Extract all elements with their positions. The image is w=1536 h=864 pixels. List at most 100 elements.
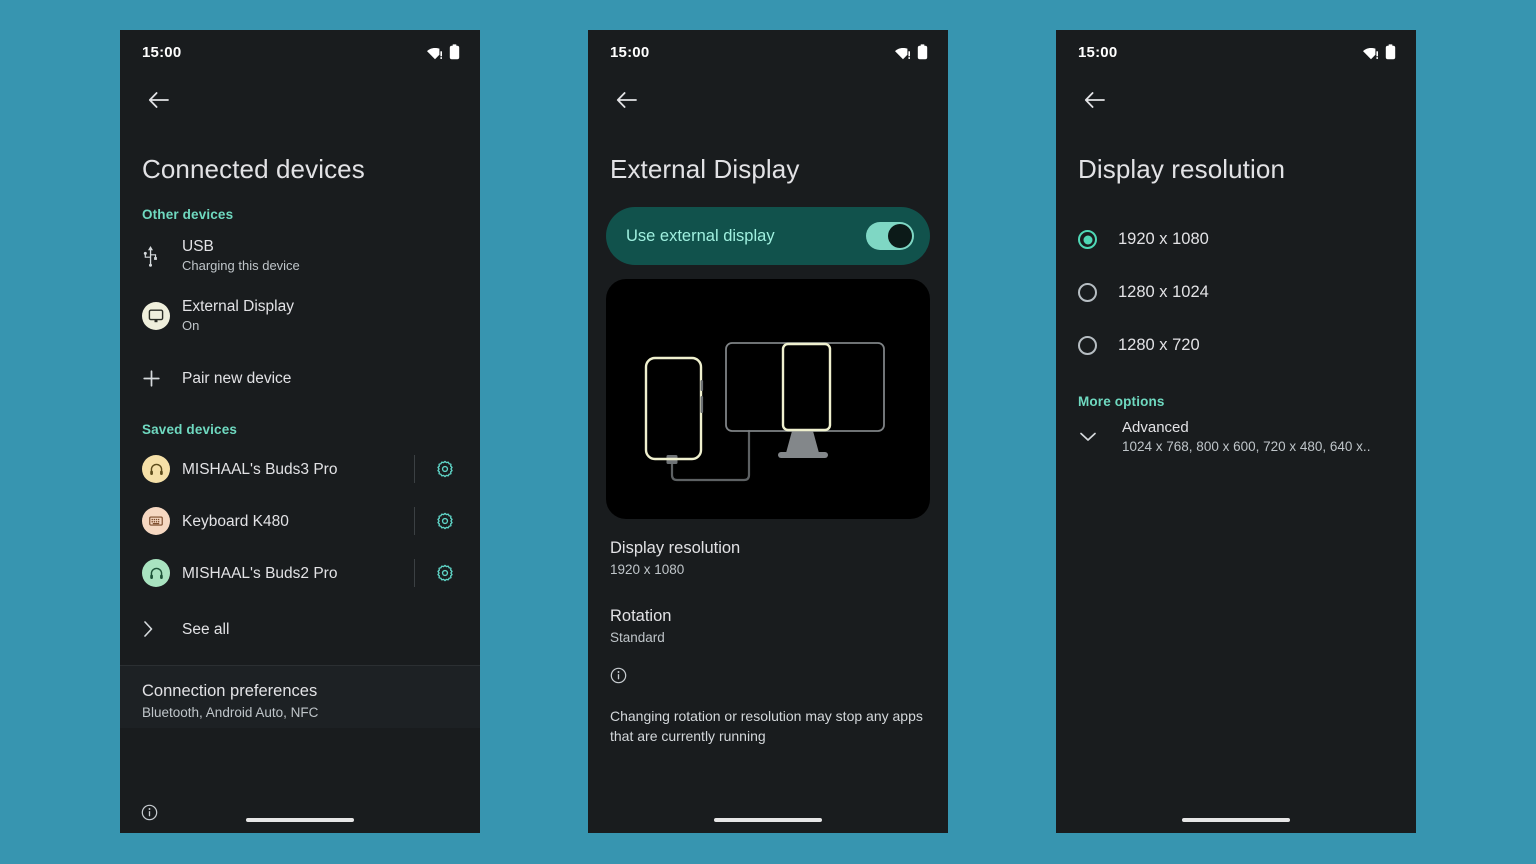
radio-label: 1920 x 1080 xyxy=(1118,230,1209,249)
battery-icon xyxy=(1385,44,1396,60)
radio-button[interactable] xyxy=(1078,283,1097,303)
phone-to-monitor-mirroring-illustration xyxy=(606,279,930,520)
chevron-right-icon xyxy=(144,621,153,637)
radio-lead xyxy=(1078,336,1118,356)
row-text: MISHAAL's Buds3 Pro xyxy=(182,460,406,479)
back-button[interactable] xyxy=(140,82,176,118)
list-item-display-resolution[interactable]: Display resolution 1920 x 1080 xyxy=(588,519,948,577)
gear-icon xyxy=(428,504,462,538)
back-button[interactable] xyxy=(1076,82,1112,118)
list-item-title: External Display xyxy=(182,298,294,316)
status-bar: 15:00 xyxy=(120,30,480,74)
advanced-subtitle: 1024 x 768, 800 x 600, 720 x 480, 640 x.… xyxy=(1122,439,1371,455)
home-indicator xyxy=(246,818,354,822)
row-leading-icon xyxy=(142,245,182,267)
info-icon xyxy=(610,667,627,684)
list-item-buds3-pro[interactable]: MISHAAL's Buds3 Pro xyxy=(120,443,480,495)
row-leading-icon xyxy=(142,559,182,588)
headphones-icon xyxy=(149,567,163,579)
screenshot-stage: 15:00 Connected devices Other devices US… xyxy=(0,0,1536,864)
advanced-lead xyxy=(1078,430,1122,443)
use-external-display-switch[interactable] xyxy=(866,222,914,251)
detail-title: Rotation xyxy=(610,607,672,626)
list-item-buds2-pro[interactable]: MISHAAL's Buds2 Pro xyxy=(120,547,480,599)
illustration-graphic xyxy=(644,342,885,482)
row-text: Keyboard K480 xyxy=(182,512,406,531)
battery-icon xyxy=(449,44,460,60)
status-bar-icons xyxy=(427,44,460,60)
connection-preferences-block: Connection preferences Bluetooth, Androi… xyxy=(120,666,480,729)
row-text: External Display On xyxy=(182,297,462,335)
info-icon xyxy=(141,804,158,821)
usb-icon xyxy=(143,246,157,267)
list-item-subtitle: Charging this device xyxy=(182,258,300,274)
status-bar-icons xyxy=(1363,44,1396,60)
device-settings-button[interactable] xyxy=(414,504,462,538)
list-item-rotation[interactable]: Rotation Standard xyxy=(588,577,948,645)
status-bar-time: 15:00 xyxy=(610,43,650,61)
row-text: Pair new device xyxy=(182,369,462,388)
row-text: See all xyxy=(182,620,462,639)
status-bar: 15:00 xyxy=(1056,30,1416,74)
status-bar-time: 15:00 xyxy=(142,43,182,61)
back-arrow-icon xyxy=(1084,92,1105,108)
top-app-bar xyxy=(1056,74,1416,126)
radio-button[interactable] xyxy=(1078,336,1097,356)
row-text: MISHAAL's Buds2 Pro xyxy=(182,564,406,583)
status-bar: 15:00 xyxy=(588,30,948,74)
list-item-external-display[interactable]: External Display On xyxy=(120,290,480,342)
list-item-title: See all xyxy=(182,620,230,638)
toggle-label: Use external display xyxy=(626,226,775,245)
row-leading-icon xyxy=(142,455,182,484)
device-avatar xyxy=(142,507,170,536)
info-button[interactable] xyxy=(141,804,158,826)
back-button[interactable] xyxy=(608,82,644,118)
radio-label: 1280 x 720 xyxy=(1118,336,1200,355)
list-item-pair-new-device[interactable]: Pair new device xyxy=(120,352,480,404)
back-arrow-icon xyxy=(616,92,637,108)
radio-label: 1280 x 1024 xyxy=(1118,283,1209,302)
detail-subtitle: Standard xyxy=(610,630,665,646)
switch-thumb xyxy=(888,224,912,249)
radio-option-1920x1080[interactable]: 1920 x 1080 xyxy=(1056,213,1416,266)
list-item-keyboard-k480[interactable]: Keyboard K480 xyxy=(120,495,480,547)
home-indicator xyxy=(1182,818,1290,822)
row-leading-icon xyxy=(142,369,182,388)
row-text: USB Charging this device xyxy=(182,237,462,275)
row-text: Connection preferences Bluetooth, Androi… xyxy=(142,681,462,721)
phone-panel-external-display: 15:00 External Display Use external disp… xyxy=(588,30,948,833)
advanced-text: Advanced 1024 x 768, 800 x 600, 720 x 48… xyxy=(1122,419,1394,454)
wifi-no-internet-icon xyxy=(895,47,910,59)
row-leading-icon xyxy=(142,507,182,536)
note-text: Changing rotation or resolution may stop… xyxy=(610,708,923,745)
wifi-no-internet-icon xyxy=(1363,47,1378,59)
device-settings-button[interactable] xyxy=(414,556,462,590)
advanced-title: Advanced xyxy=(1122,419,1189,437)
list-item-connection-preferences[interactable]: Connection preferences Bluetooth, Androi… xyxy=(120,678,480,724)
radio-lead xyxy=(1078,230,1118,250)
detail-subtitle: 1920 x 1080 xyxy=(610,562,685,578)
list-item-advanced[interactable]: Advanced 1024 x 768, 800 x 600, 720 x 48… xyxy=(1056,409,1416,454)
device-settings-button[interactable] xyxy=(414,452,462,486)
gear-icon-glyph xyxy=(437,564,453,582)
row-leading-icon xyxy=(142,620,182,638)
radio-option-1280x720[interactable]: 1280 x 720 xyxy=(1056,319,1416,372)
plus-icon xyxy=(143,370,160,387)
gear-icon xyxy=(428,452,462,486)
page-title: External Display xyxy=(610,154,800,184)
radio-button-selected[interactable] xyxy=(1078,230,1097,250)
list-item-see-all[interactable]: See all xyxy=(120,603,480,655)
row-leading-icon xyxy=(142,302,182,331)
use-external-display-toggle-row[interactable]: Use external display xyxy=(606,207,930,266)
detail-title: Display resolution xyxy=(610,539,741,558)
radio-option-1280x1024[interactable]: 1280 x 1024 xyxy=(1056,266,1416,319)
keyboard-icon xyxy=(149,516,163,526)
list-item-usb[interactable]: USB Charging this device xyxy=(120,230,480,282)
wifi-no-internet-icon xyxy=(427,47,442,59)
section-header-other-devices: Other devices xyxy=(142,207,234,223)
battery-icon xyxy=(917,44,928,60)
page-title: Connected devices xyxy=(142,154,365,184)
gear-icon xyxy=(428,556,462,590)
list-item-title: Keyboard K480 xyxy=(182,512,289,530)
phone-panel-display-resolution: 15:00 Display resolution 1920 x 1080 128… xyxy=(1056,30,1416,833)
